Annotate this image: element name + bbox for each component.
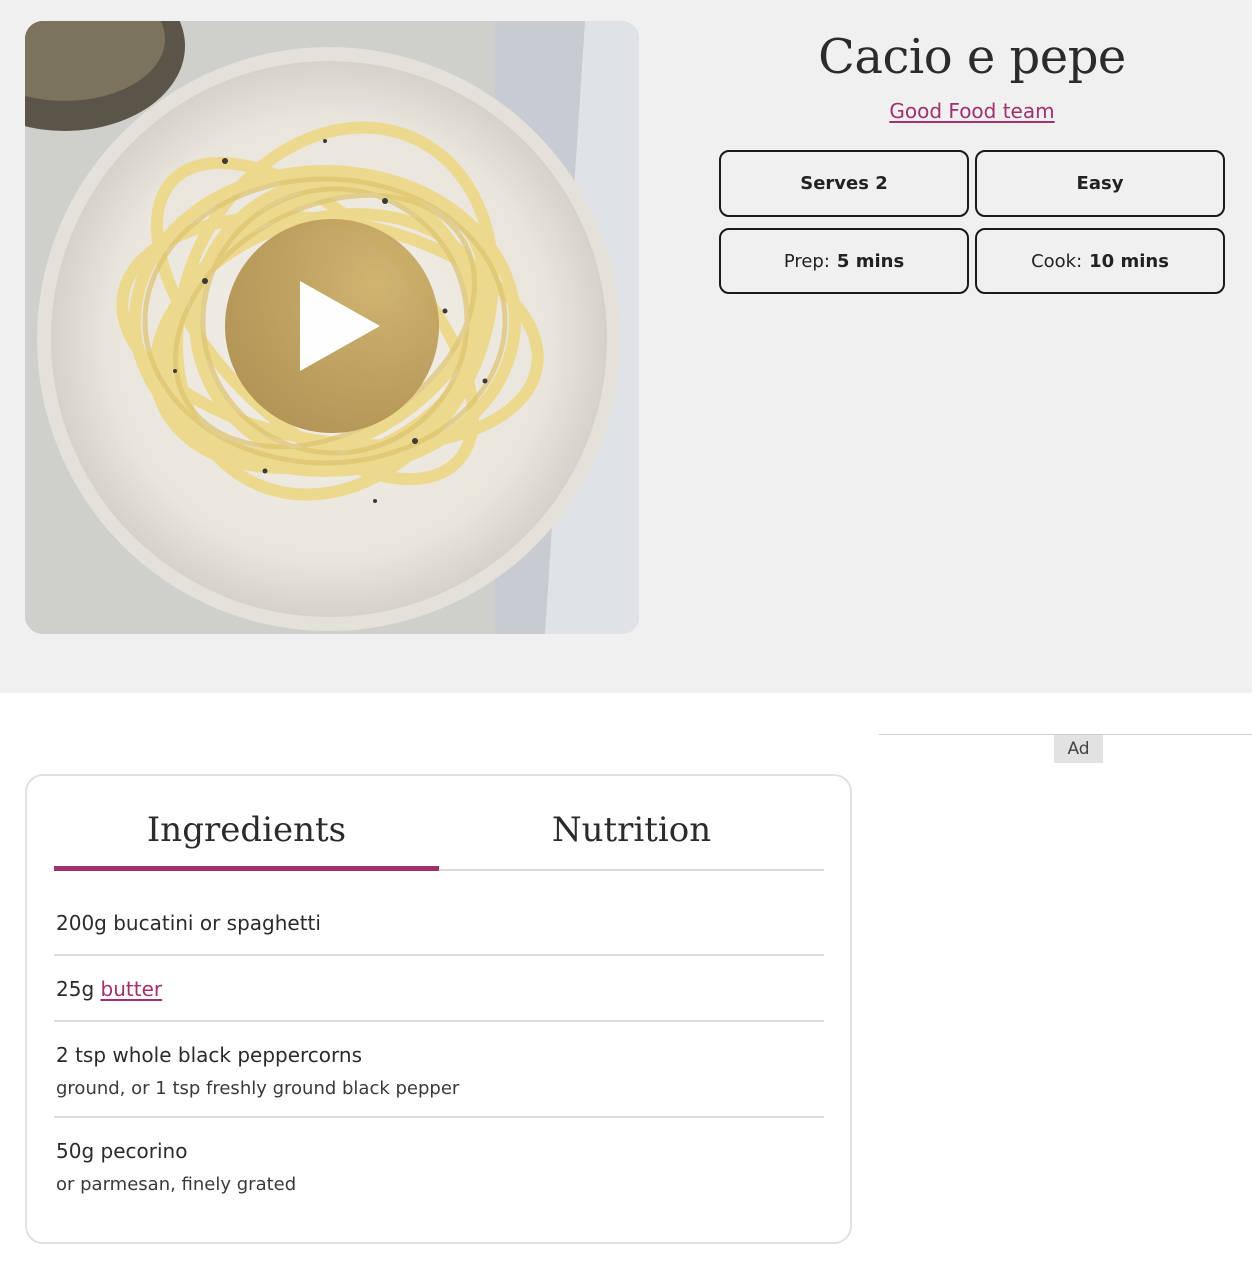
ingredient-text: 50g pecorino xyxy=(56,1139,188,1163)
cook-label: Cook: xyxy=(1031,250,1083,272)
recipe-tabs: Ingredients Nutrition xyxy=(54,776,824,871)
cook-value: 10 mins xyxy=(1089,250,1169,272)
play-button[interactable] xyxy=(225,219,439,433)
serves-value: Serves 2 xyxy=(800,173,888,194)
ingredient-item: 50g pecorino or parmesan, finely grated xyxy=(54,1134,824,1212)
ingredient-text: 25g butter xyxy=(56,972,824,1006)
difficulty-value: Easy xyxy=(1076,173,1124,194)
prep-value: 5 mins xyxy=(836,250,905,272)
recipe-header: Cacio e pepe Good Food team xyxy=(719,22,1225,123)
difficulty-badge: Easy xyxy=(975,150,1225,217)
recipe-video-thumbnail[interactable] xyxy=(25,21,639,634)
prep-time-badge: Prep: 5 mins xyxy=(719,228,969,294)
prep-label: Prep: xyxy=(783,250,830,272)
author-link[interactable]: Good Food team xyxy=(889,99,1054,123)
ingredients-card: Ingredients Nutrition 200g bucatini or s… xyxy=(25,774,852,1244)
ingredient-item: 200g bucatini or spaghetti xyxy=(54,906,824,956)
ingredient-text: 200g bucatini or spaghetti xyxy=(56,911,321,935)
ad-label: Ad xyxy=(1054,735,1103,763)
recipe-title: Cacio e pepe xyxy=(818,29,1126,85)
ingredient-link-butter[interactable]: butter xyxy=(101,977,163,1001)
tab-ingredients[interactable]: Ingredients xyxy=(54,776,439,871)
serves-badge: Serves 2 xyxy=(719,150,969,217)
play-icon xyxy=(300,281,380,371)
recipe-hero: Cacio e pepe Good Food team Serves 2 Eas… xyxy=(0,0,1252,693)
ingredient-note: ground, or 1 tsp freshly ground black pe… xyxy=(56,1078,460,1099)
ingredients-list: 200g bucatini or spaghetti 25g butter 2 … xyxy=(54,906,824,1228)
ingredient-text: 2 tsp whole black peppercorns xyxy=(56,1043,363,1067)
ingredient-item: 2 tsp whole black peppercorns ground, or… xyxy=(54,1038,824,1118)
ingredient-note: or parmesan, finely grated xyxy=(56,1174,297,1195)
cook-time-badge: Cook: 10 mins xyxy=(975,228,1225,294)
recipe-stats: Serves 2 Easy Prep: 5 mins Cook: 10 mins xyxy=(719,150,1225,294)
ingredient-item: 25g butter xyxy=(54,972,824,1022)
tab-nutrition[interactable]: Nutrition xyxy=(439,776,824,869)
ingredient-quantity: 25g xyxy=(56,977,101,1001)
